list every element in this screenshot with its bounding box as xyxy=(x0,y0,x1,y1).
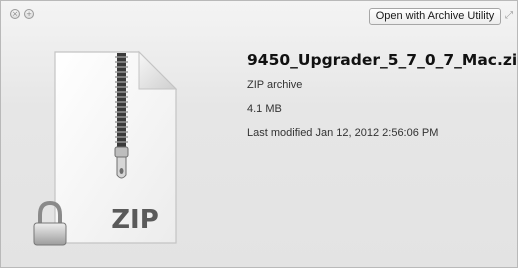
lock-icon xyxy=(33,200,67,246)
file-size: 4.1 MB xyxy=(247,103,282,115)
zip-archive-icon: ZIP xyxy=(33,50,178,246)
close-button[interactable]: × xyxy=(10,9,20,19)
zip-icon-label: ZIP xyxy=(111,205,159,235)
file-info: 9450_Upgrader_5_7_0_7_Mac.zip ZIP archiv… xyxy=(247,51,518,151)
file-name: 9450_Upgrader_5_7_0_7_Mac.zip xyxy=(247,51,518,69)
file-kind: ZIP archive xyxy=(247,79,303,91)
file-modified: Last modified Jan 12, 2012 2:56:06 PM xyxy=(247,127,439,139)
quick-look-panel: × + Open with Archive Utility ⤢ ZIP 9450… xyxy=(0,0,518,268)
expand-icon[interactable]: ⤢ xyxy=(505,10,516,21)
window-controls: × + xyxy=(10,9,34,19)
fullscreen-button[interactable]: + xyxy=(24,9,34,19)
open-with-archive-utility-button[interactable]: Open with Archive Utility xyxy=(369,8,501,25)
